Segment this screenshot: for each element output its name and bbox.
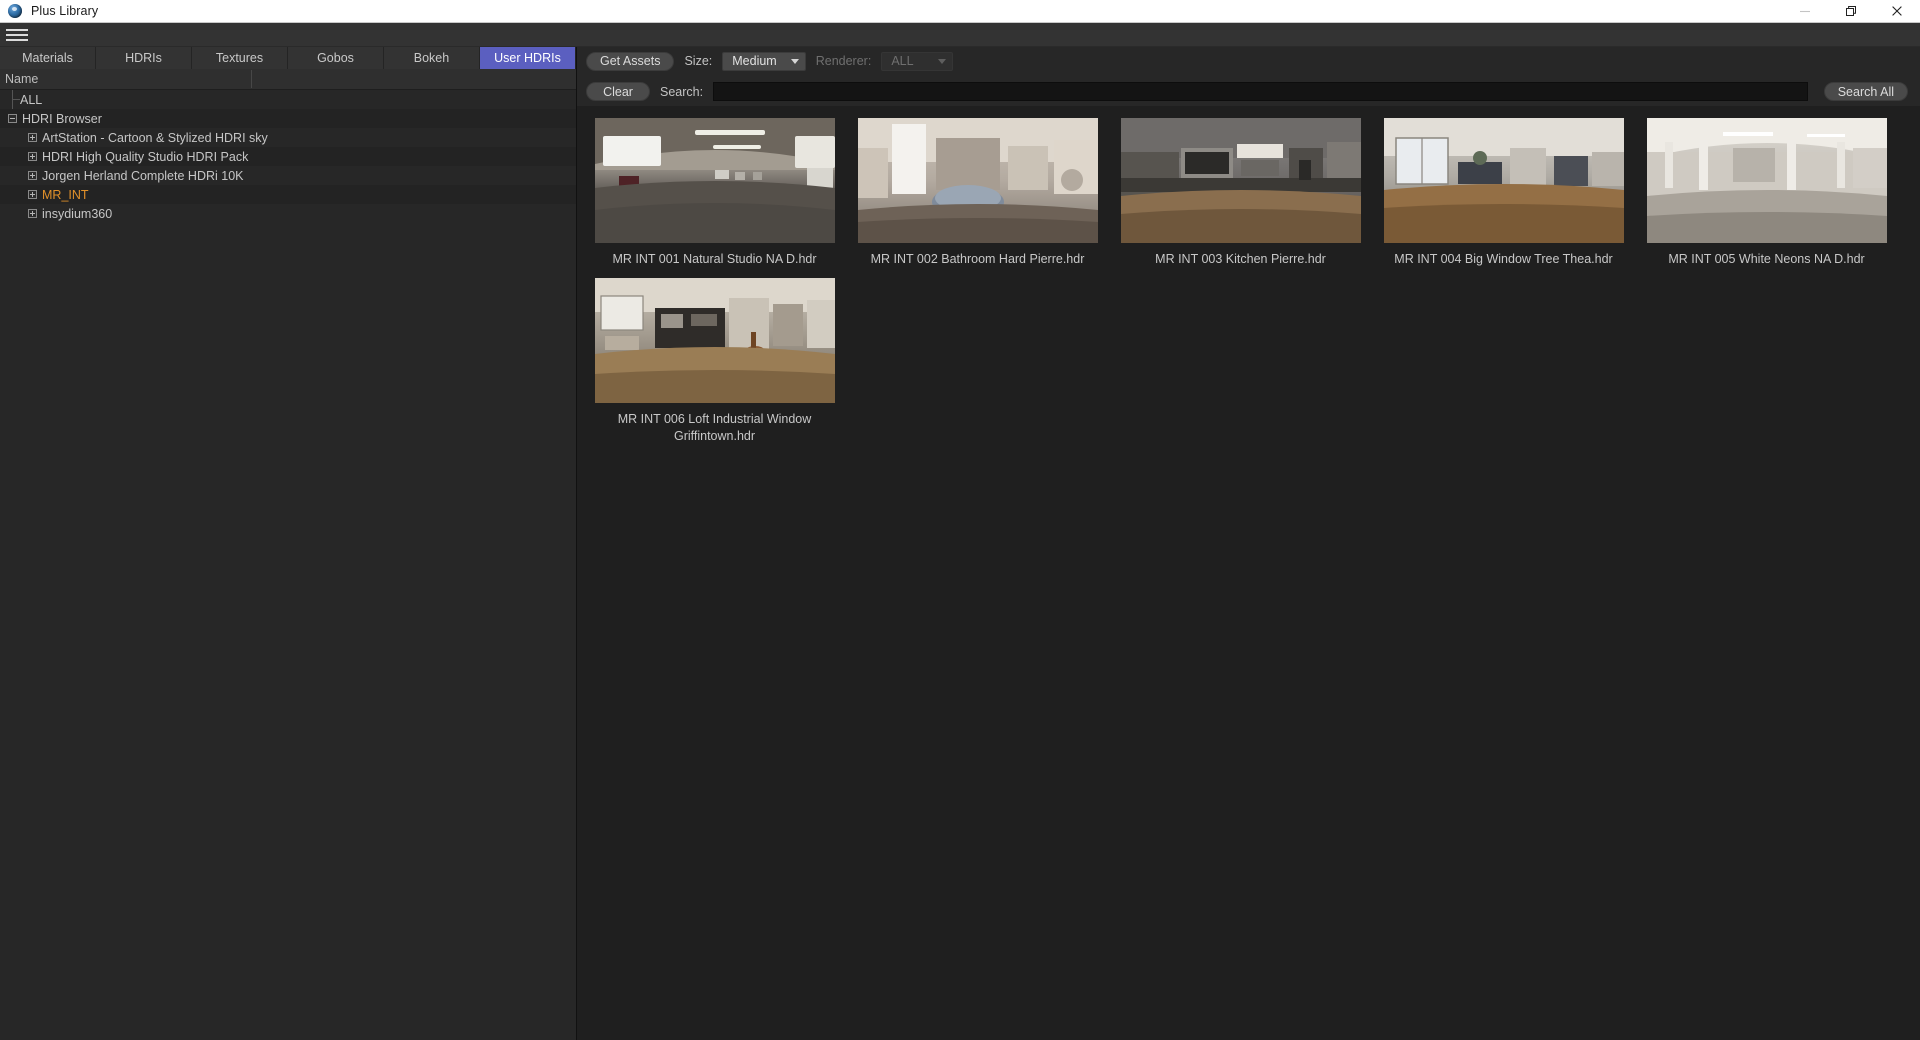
size-select[interactable]: Medium <box>722 51 806 71</box>
right-panel: Get Assets Size: Medium Renderer: ALL Cl… <box>577 47 1920 1040</box>
asset-name-label: MR INT 004 Big Window Tree Thea.hdr <box>1394 252 1613 266</box>
tree-item-label: HDRI High Quality Studio HDRI Pack <box>42 149 249 164</box>
tree-item-label: ALL <box>20 92 43 107</box>
asset-cell[interactable]: MR INT 005 White Neons NA D.hdr <box>1635 118 1898 268</box>
tab-textures[interactable]: Textures <box>192 47 288 69</box>
tree-item-label: insydium360 <box>42 206 113 221</box>
asset-thumbnail[interactable] <box>1646 118 1887 243</box>
search-input[interactable] <box>714 83 1807 101</box>
tab-user-hdris[interactable]: User HDRIs <box>480 47 576 69</box>
asset-toolbar: Get Assets Size: Medium Renderer: ALL <box>577 47 1920 75</box>
asset-cell[interactable]: MR INT 004 Big Window Tree Thea.hdr <box>1372 118 1635 268</box>
tree-item-hdri-browser[interactable]: HDRI Browser <box>0 109 576 128</box>
restore-icon[interactable] <box>1828 0 1874 23</box>
tree-guide-tick <box>12 99 20 100</box>
tab-bokeh[interactable]: Bokeh <box>384 47 480 69</box>
asset-name-label: MR INT 005 White Neons NA D.hdr <box>1668 252 1865 266</box>
expand-plus-icon[interactable] <box>28 190 37 199</box>
clear-button[interactable]: Clear <box>586 82 650 101</box>
search-toolbar: Clear Search: Search All <box>577 75 1920 106</box>
asset-cell[interactable]: MR INT 001 Natural Studio NA D.hdr <box>583 118 846 268</box>
search-label: Search: <box>660 84 704 99</box>
tree-item-hdri-high-quality-studio-hdri-pack[interactable]: HDRI High Quality Studio HDRI Pack <box>0 147 576 166</box>
tab-hdris[interactable]: HDRIs <box>96 47 192 69</box>
renderer-label: Renderer: <box>815 54 872 68</box>
asset-cell[interactable]: MR INT 002 Bathroom Hard Pierre.hdr <box>846 118 1109 268</box>
renderer-select[interactable]: ALL <box>881 51 954 71</box>
asset-name-label: MR INT 001 Natural Studio NA D.hdr <box>612 252 817 266</box>
minimize-icon[interactable] <box>1782 0 1828 23</box>
tab-label: Materials <box>22 51 73 65</box>
asset-cell[interactable]: MR INT 003 Kitchen Pierre.hdr <box>1109 118 1372 268</box>
tab-gobos[interactable]: Gobos <box>288 47 384 69</box>
get-assets-button[interactable]: Get Assets <box>586 51 675 71</box>
tree-item-all[interactable]: ALL <box>0 90 576 109</box>
size-label: Size: <box>684 54 713 68</box>
asset-cell[interactable]: MR INT 006 Loft Industrial Window Griffi… <box>583 278 846 445</box>
tree-column-divider[interactable] <box>251 70 252 88</box>
expand-plus-icon[interactable] <box>28 152 37 161</box>
tree-column-header: Name <box>0 69 576 90</box>
tree-item-label: Jorgen Herland Complete HDRi 10K <box>42 168 244 183</box>
asset-thumbnail[interactable] <box>1383 118 1624 243</box>
tab-label: Bokeh <box>413 51 450 65</box>
category-tabbar: Materials HDRIs Textures Gobos Bokeh User HDR… <box>0 47 576 69</box>
main-body: Materials HDRIs Textures Gobos Bokeh User HDR… <box>0 47 1920 1040</box>
collapse-minus-icon[interactable] <box>8 114 17 123</box>
hdri-tree: ALL HDRI Browser ArtStation - Cartoon & St… <box>0 90 576 1040</box>
renderer-select-value: ALL <box>891 54 914 68</box>
chevron-down-icon <box>938 58 947 64</box>
tree-item-label: MR_INT <box>42 187 89 202</box>
window-title: Plus Library <box>31 4 99 18</box>
asset-name-label: MR INT 006 Loft Industrial Window Griffi… <box>617 412 812 443</box>
expand-plus-icon[interactable] <box>28 171 37 180</box>
tree-item-artstation-cartoon-stylized-hdri-sky[interactable]: ArtStation - Cartoon & Stylized HDRI sky <box>0 128 576 147</box>
expand-plus-icon[interactable] <box>28 209 37 218</box>
asset-name-label: MR INT 002 Bathroom Hard Pierre.hdr <box>870 252 1085 266</box>
tree-item-label: ArtStation - Cartoon & Stylized HDRI sky <box>42 130 268 145</box>
close-icon[interactable] <box>1874 0 1920 23</box>
asset-thumbnail[interactable] <box>857 118 1098 243</box>
tree-column-name-label: Name <box>5 72 39 86</box>
app-sphere-icon <box>7 3 23 19</box>
asset-grid: MR INT 001 Natural Studio NA D.hdr MR IN… <box>577 106 1920 1040</box>
asset-thumbnail[interactable] <box>594 278 835 403</box>
asset-thumbnail[interactable] <box>1120 118 1361 243</box>
tree-item-insydium360[interactable]: insydium360 <box>0 204 576 223</box>
chevron-down-icon <box>790 58 799 64</box>
asset-name-label: MR INT 003 Kitchen Pierre.hdr <box>1155 252 1326 266</box>
tree-item-mr-int[interactable]: MR_INT <box>0 185 576 204</box>
expand-plus-icon[interactable] <box>28 133 37 142</box>
tab-label: Textures <box>215 51 264 65</box>
hamburger-menu-icon[interactable] <box>6 28 28 41</box>
search-all-button[interactable]: Search All <box>1823 82 1908 101</box>
tree-item-label: HDRI Browser <box>22 111 102 126</box>
tab-label: Gobos <box>317 51 354 65</box>
asset-thumbnail[interactable] <box>594 118 835 243</box>
size-select-value: Medium <box>732 54 777 68</box>
tab-label: HDRIs <box>125 51 162 65</box>
window-titlebar: Plus Library <box>0 0 1920 23</box>
tab-label: User HDRIs <box>494 51 561 65</box>
tree-item-jorgen-herland-complete-hdri-10k[interactable]: Jorgen Herland Complete HDRi 10K <box>0 166 576 185</box>
menu-strip <box>0 23 1920 47</box>
left-panel: Materials HDRIs Textures Gobos Bokeh User HDR… <box>0 47 577 1040</box>
search-input-wrap[interactable] <box>713 82 1808 101</box>
tab-materials[interactable]: Materials <box>0 47 96 69</box>
